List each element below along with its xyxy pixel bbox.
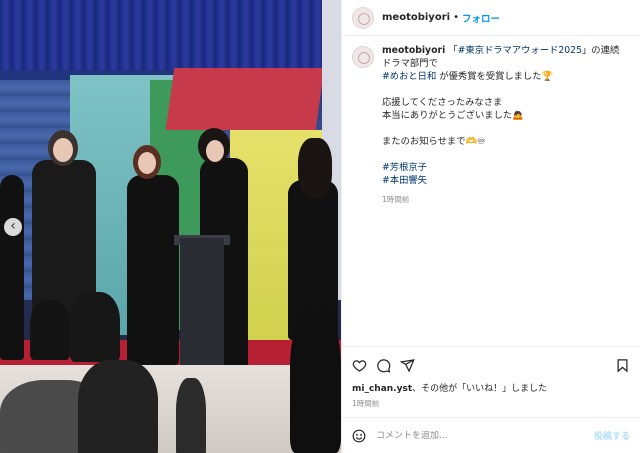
caption: meotobiyori 「#東京ドラマアウォード2025」の連続ドラマ部門で #… [382,44,622,206]
audience-head [176,378,206,453]
comments-area: meotobiyori 「#東京ドラマアウォード2025」の連続ドラマ部門で #… [342,36,640,346]
actions-bar: mi_chan.yst、その他が「いいね！」しました 1時間前 [342,346,640,417]
person [127,175,179,365]
audience-head [70,292,120,362]
person-face [206,140,224,162]
caption-row: meotobiyori 「#東京ドラマアウォード2025」の連続ドラマ部門で #… [352,44,630,206]
avatar[interactable] [352,6,374,29]
caption-text: またのお知らせまで🫶♾ [382,136,486,147]
add-comment-bar: 投稿する [342,417,640,453]
share-icon[interactable] [400,358,415,373]
hashtag-link[interactable]: #芳根京子 [382,161,622,174]
post-sidebar: meotobiyori • フォロー meotobiyori 「#東京ドラマアウ… [341,0,640,453]
person-head [298,138,332,198]
caption-timestamp: 1時間前 [382,195,410,204]
backdrop-panel [165,68,325,130]
instagram-post-viewer: ‹ meotobiyori • フォロー meotobiyori 「#東京ドラマ… [0,0,640,453]
separator: • [453,12,459,23]
caption-text: 「 [448,45,458,56]
hashtag-link[interactable]: #東京ドラマアウォード2025 [458,45,582,56]
emoji-icon[interactable] [352,429,366,443]
post-comment-button[interactable]: 投稿する [594,429,630,442]
post-photo[interactable]: ‹ [0,0,341,453]
comment-input[interactable] [376,430,594,441]
podium [180,238,224,373]
caption-text: 応援してくださったみなさま [382,97,503,108]
caption-username[interactable]: meotobiyori [382,45,445,56]
audience-head [30,300,70,360]
caption-text: 本当にありがとうございました🙇 [382,110,524,121]
post-username[interactable]: meotobiyori [382,12,450,23]
bookmark-icon[interactable] [615,358,630,373]
post-header: meotobiyori • フォロー [342,0,640,36]
liker-username[interactable]: mi_chan.yst [352,384,412,394]
comment-icon[interactable] [376,358,391,373]
follow-button[interactable]: フォロー [462,11,500,25]
caption-text: が優秀賞を受賞しました🏆 [439,71,554,82]
person [0,175,24,360]
audience-head [78,360,158,453]
person-face [53,138,73,162]
hashtag-link[interactable]: #めおと日和 [382,71,436,82]
avatar[interactable] [352,46,374,68]
stage-curtain [0,0,341,70]
person-face [138,152,156,174]
hashtag-link[interactable]: #本田響矢 [382,174,622,187]
heart-icon[interactable] [352,358,367,373]
previous-image-button[interactable]: ‹ [4,218,22,236]
likes-text: mi_chan.yst、その他が「いいね！」しました [352,381,630,394]
audience-head [290,310,341,453]
likes-suffix: 、その他が「いいね！」しました [412,384,548,394]
post-timestamp: 1時間前 [352,399,380,408]
